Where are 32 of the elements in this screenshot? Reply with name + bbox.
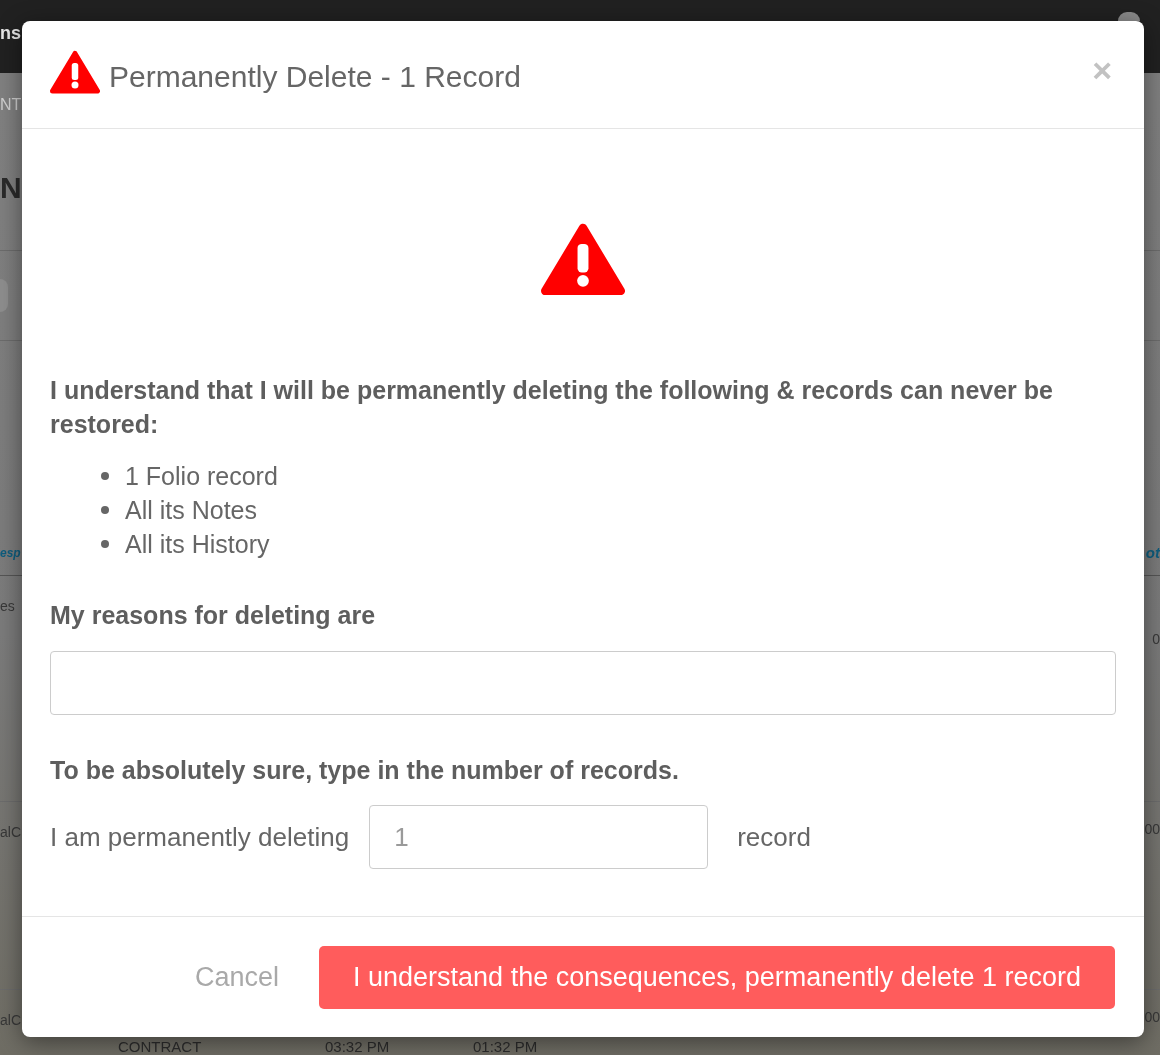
warning-message: I understand that I will be permanently deleting the following & records can never be restored: [50, 375, 1054, 440]
column-header-link[interactable]: ot [1145, 543, 1160, 563]
bullet-icon [101, 472, 109, 480]
bullet-icon [101, 506, 109, 514]
close-button[interactable]: × [1092, 53, 1112, 87]
table-cell-text: alC [0, 823, 21, 842]
dialog-title: Permanently Delete - 1 Record [109, 59, 521, 95]
confirm-prefix: I am permanently deleting [50, 821, 350, 854]
warning-icon [50, 50, 100, 94]
record-count-input[interactable]: 1 [369, 805, 709, 869]
avatar-icon[interactable] [1118, 12, 1140, 21]
bullet-icon [101, 540, 109, 548]
list-item-text: 1 Folio record [125, 461, 278, 492]
page-heading: N [0, 170, 22, 206]
reasons-label: My reasons for deleting are [50, 600, 377, 631]
list-item-text: All its Notes [125, 495, 257, 526]
table-cell-text: es [0, 597, 15, 616]
confirm-instruction: To be absolutely sure, type in the number of records. [50, 755, 680, 786]
reasons-input[interactable] [50, 651, 1116, 715]
table-cell-text: 03:32 PM [325, 1038, 391, 1055]
app-title: ns [0, 22, 21, 44]
table-cell-text: 00 [1144, 820, 1160, 839]
cancel-button[interactable]: Cancel [194, 946, 279, 1009]
confirm-suffix: record [737, 821, 811, 854]
warning-icon [541, 222, 625, 296]
list-item-text: All its History [125, 529, 270, 560]
breadcrumb-text: NT [0, 95, 22, 115]
column-header-link[interactable]: esp [0, 543, 21, 563]
delete-button[interactable]: I understand the consequences, permanently delete 1 record [319, 946, 1115, 1009]
table-cell: 01:32 PM [473, 1038, 538, 1055]
table-cell-text: CONTRACT [118, 1038, 203, 1055]
table-cell-text: 0 [1152, 630, 1160, 649]
